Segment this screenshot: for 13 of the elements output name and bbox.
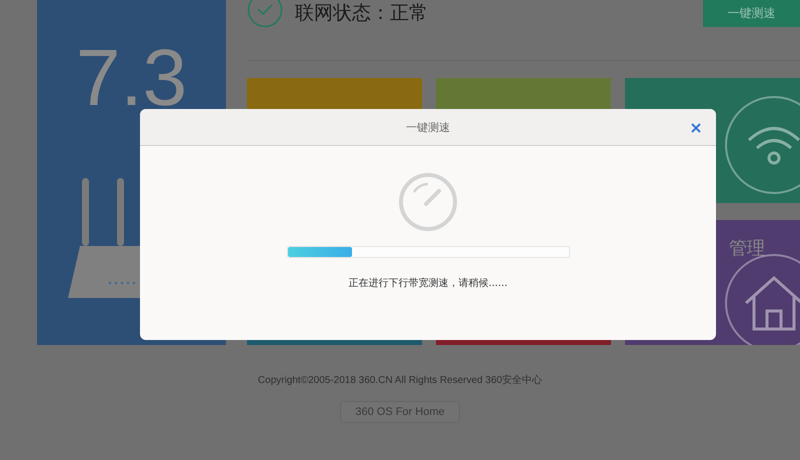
close-icon[interactable] [691, 123, 701, 133]
os-button[interactable]: 360 OS For Home [340, 401, 460, 423]
check-icon [247, 0, 283, 28]
dialog-title: 一键测速 [406, 120, 450, 134]
speed-value: 7.3 [76, 38, 188, 118]
wifi-icon [724, 95, 800, 195]
speed-test-button[interactable]: 一键测速 [703, 0, 800, 27]
tile-title: 管理 [729, 237, 765, 260]
progress-message: 正在进行下行带宽测速，请稍候...... [348, 276, 508, 290]
network-status: 联网状态：正常 [295, 1, 428, 26]
router-icon [68, 178, 140, 298]
speedometer-icon [398, 172, 458, 232]
copyright-text: Copyright©2005-2018 360.CN All Rights Reserved 360安全中心 [258, 374, 542, 387]
